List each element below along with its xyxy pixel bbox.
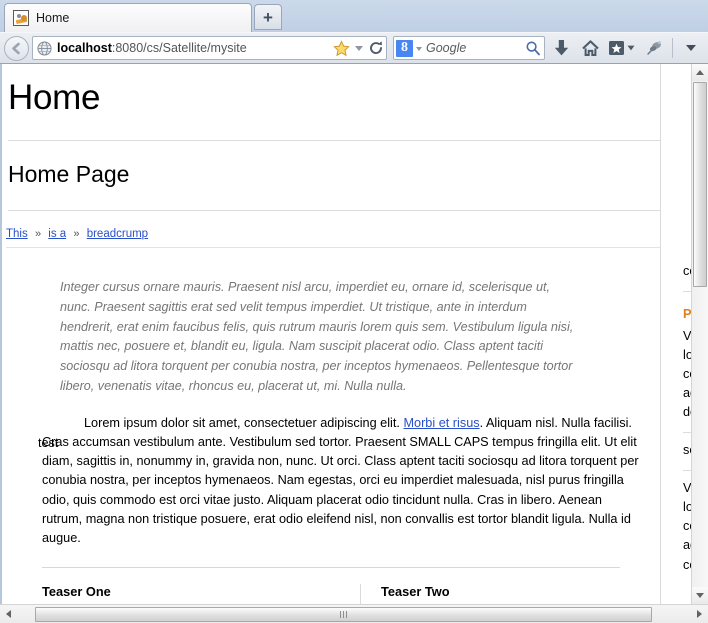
grip-line: [346, 610, 347, 618]
url-path: :8080/cs/Satellite/mysite: [111, 41, 247, 55]
chevron-down-icon[interactable]: [416, 47, 422, 51]
breadcrumb: This » is a » breadcrump: [6, 228, 660, 248]
bookmark-star-icon[interactable]: [333, 39, 350, 57]
scroll-right-button[interactable]: [691, 606, 708, 623]
arrow-left-icon: [12, 42, 20, 54]
main-content-column: Home Home Page This » is a » breadcrump …: [2, 64, 660, 604]
home-button[interactable]: [577, 35, 603, 61]
teaser-two: Teaser Two Lorem ipsum dolor sit amet, c…: [360, 583, 660, 604]
horizontal-scrollbar[interactable]: [0, 604, 708, 623]
chevron-down-icon[interactable]: [355, 45, 363, 51]
image-placeholder-icon: [13, 10, 29, 26]
teaser-one-title: Teaser One: [42, 583, 111, 599]
search-bar[interactable]: 8 Google: [393, 36, 545, 60]
teaser-row: Teaser One Lorem ipsum dolor sit amet, c…: [42, 583, 640, 604]
small-caps-text: SMALL CAPS: [409, 434, 489, 449]
horizontal-scrollbar-thumb[interactable]: [35, 606, 652, 622]
teaser-divider: [42, 566, 620, 568]
page-subtitle: Home Page: [8, 161, 660, 211]
page-viewport: Home Home Page This » is a » breadcrump …: [0, 64, 708, 604]
url-bar-icons: [333, 39, 384, 57]
body-paragraph: Lorem ipsum dolor sit amet, consectetuer…: [42, 414, 640, 549]
horizontal-scrollbar-track[interactable]: [17, 606, 691, 623]
tab-home[interactable]: Home: [4, 3, 252, 32]
page-canvas: Home Home Page This » is a » breadcrump …: [2, 64, 708, 604]
google-badge-icon: 8: [396, 39, 413, 57]
addon-icon: [646, 41, 661, 55]
teaser-one: Teaser One Lorem ipsum dolor sit amet, c…: [42, 584, 342, 604]
arrow-up-icon: [696, 70, 704, 75]
scroll-left-button[interactable]: [0, 606, 17, 623]
vertical-scrollbar-thumb[interactable]: [693, 82, 707, 287]
url-text: localhost:8080/cs/Satellite/mysite: [57, 41, 333, 55]
home-icon: [581, 40, 599, 56]
chevron-down-icon: [686, 45, 696, 51]
content-body: Integer cursus ornare mauris. Praesent n…: [2, 278, 660, 604]
arrow-down-icon: [696, 593, 704, 598]
scroll-down-button[interactable]: [692, 587, 708, 604]
morbi-et-risus-link[interactable]: Morbi et risus: [403, 416, 479, 430]
breadcrumb-separator: »: [34, 228, 42, 240]
bookmarks-star-icon: [608, 41, 634, 55]
menu-button[interactable]: [678, 35, 704, 61]
breadcrumb-item-is-a[interactable]: is a: [48, 228, 66, 240]
body-part-3: tempus fringilla elit. Ut elit diam, sag…: [42, 434, 639, 546]
url-host: localhost: [57, 41, 112, 55]
arrow-right-icon: [697, 610, 702, 618]
breadcrumb-item-breadcrump[interactable]: breadcrump: [87, 228, 148, 240]
bookmarks-button[interactable]: [606, 35, 638, 61]
back-button[interactable]: [4, 35, 29, 61]
url-bar[interactable]: localhost:8080/cs/Satellite/mysite: [32, 36, 387, 60]
tab-title: Home: [36, 11, 70, 25]
scroll-up-button[interactable]: [692, 64, 708, 81]
reload-icon[interactable]: [368, 40, 384, 56]
intro-paragraph: Integer cursus ornare mauris. Praesent n…: [60, 280, 574, 393]
download-arrow-icon: [554, 40, 568, 56]
breadcrumb-item-this[interactable]: This: [6, 228, 28, 240]
breadcrumb-separator: »: [73, 228, 80, 240]
grip-line: [340, 610, 341, 618]
tab-strip: Home +: [0, 0, 708, 32]
arrow-left-icon: [6, 610, 11, 618]
toolbar-divider: [672, 38, 673, 58]
globe-icon: [37, 40, 52, 56]
test-label: test: [38, 435, 59, 450]
body-paragraph-wrapper: test Lorem ipsum dolor sit amet, consect…: [2, 414, 640, 549]
new-tab-button[interactable]: +: [254, 4, 282, 30]
vertical-scrollbar[interactable]: [691, 64, 708, 604]
body-part-1: Lorem ipsum dolor sit amet, consectetuer…: [84, 415, 404, 430]
search-input[interactable]: Google: [426, 41, 525, 55]
page-title: Home: [8, 78, 660, 141]
navigation-toolbar: localhost:8080/cs/Satellite/mysite 8 Goo…: [0, 32, 708, 64]
addon-button[interactable]: [641, 35, 667, 61]
browser-window: Home + localhost:8080/cs/Satellite/mysit…: [0, 0, 708, 623]
grip-line: [343, 610, 344, 618]
search-icon[interactable]: [525, 40, 541, 56]
teaser-two-title: Teaser Two: [381, 583, 450, 599]
download-button[interactable]: [548, 35, 574, 61]
